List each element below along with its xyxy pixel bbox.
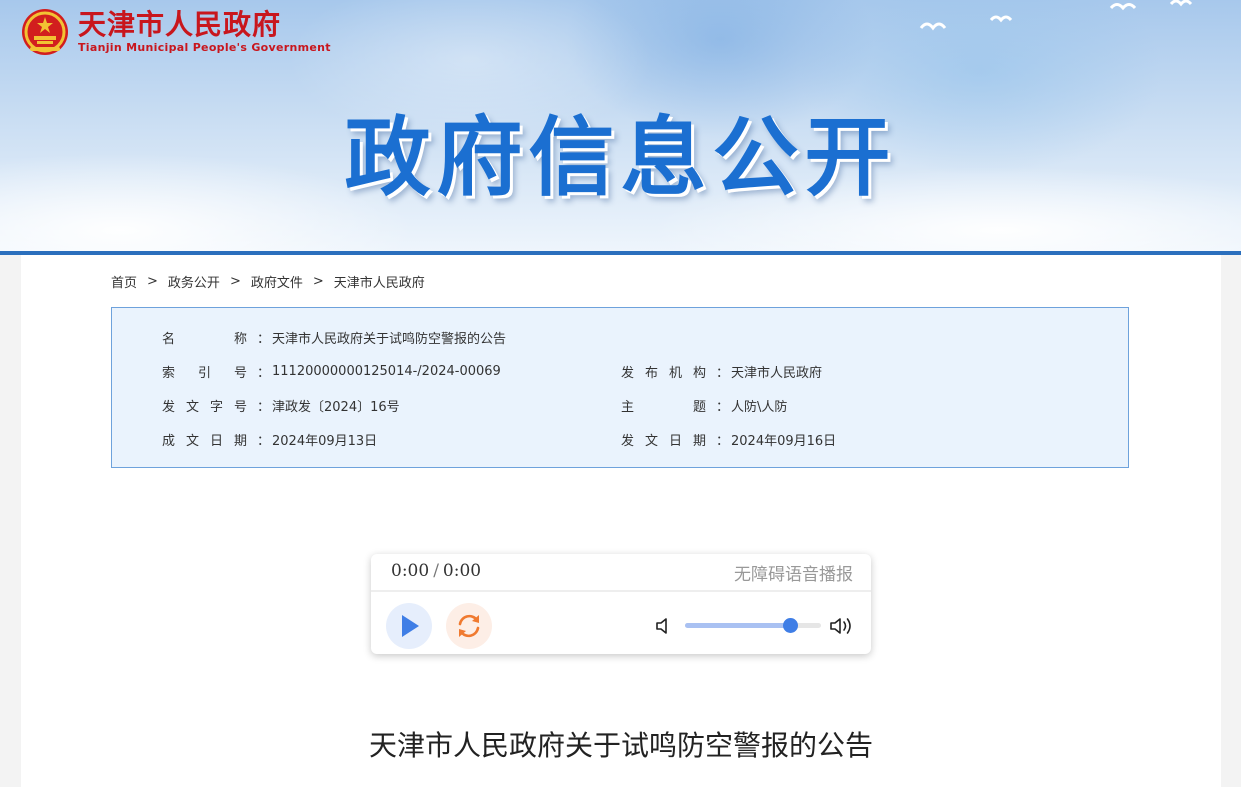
breadcrumb-separator: > — [147, 274, 158, 289]
breadcrumb-separator: > — [312, 274, 324, 289]
site-name-en: Tianjin Municipal People's Government — [78, 41, 331, 54]
header-banner: 天津市人民政府 Tianjin Municipal People's Gover… — [0, 0, 1241, 251]
volume-slider-thumb[interactable] — [782, 618, 798, 633]
meta-subject-label: 主题 — [621, 399, 706, 415]
player-time: 0:00/0:00 — [391, 561, 481, 581]
meta-doc-no-value: 津政发〔2024〕16号 — [272, 399, 400, 415]
meta-created-label: 成文日期 — [162, 433, 247, 449]
meta-doc-no-label: 发文字号 — [162, 399, 247, 415]
meta-row-subject: 主题： 人防\人防 — [621, 395, 787, 415]
breadcrumb-gov-affairs[interactable]: 政务公开 — [168, 272, 220, 291]
volume-slider[interactable] — [685, 618, 821, 633]
meta-index-value: 11120000000125014-/2024-00069 — [272, 363, 501, 379]
breadcrumb-separator: > — [229, 274, 241, 289]
meta-row-publisher: 发布机构： 天津市人民政府 — [621, 361, 822, 381]
meta-row-name: 名称： 天津市人民政府关于试鸣防空警报的公告 — [162, 327, 506, 347]
document-metadata-box: 名称： 天津市人民政府关于试鸣防空警报的公告 索引号： 111200000001… — [111, 307, 1129, 468]
play-button[interactable] — [386, 603, 432, 649]
volume-slider-fill — [685, 623, 790, 628]
refresh-icon — [458, 614, 480, 638]
volume-low-icon[interactable] — [654, 616, 674, 636]
play-icon — [402, 615, 419, 637]
audio-player: 0:00/0:00 无障碍语音播报 — [371, 554, 871, 654]
site-logo[interactable]: 天津市人民政府 Tianjin Municipal People's Gover… — [20, 7, 331, 57]
birds-decoration-icon — [919, 0, 1193, 31]
time-slash: / — [433, 561, 439, 581]
banner-title: 政府信息公开 — [344, 108, 897, 208]
meta-row-issued: 发文日期： 2024年09月16日 — [621, 429, 836, 449]
meta-issued-label: 发文日期 — [621, 433, 706, 449]
meta-publisher-value: 天津市人民政府 — [731, 365, 823, 381]
national-emblem-icon — [20, 7, 70, 57]
main-content: 首页 > 政务公开 > 政府文件 > 天津市人民政府 名称： 天津市人民政府关于… — [21, 255, 1221, 787]
replay-button[interactable] — [446, 603, 492, 649]
volume-high-icon[interactable] — [829, 615, 855, 637]
meta-publisher-label: 发布机构 — [621, 365, 706, 381]
meta-name-label: 名称 — [162, 331, 247, 347]
meta-issued-value: 2024年09月16日 — [731, 433, 837, 449]
meta-row-doc-no: 发文字号： 津政发〔2024〕16号 — [162, 395, 400, 415]
breadcrumb-tianjin-gov[interactable]: 天津市人民政府 — [334, 272, 425, 291]
meta-name-value: 天津市人民政府关于试鸣防空警报的公告 — [272, 331, 507, 347]
article-title: 天津市人民政府关于试鸣防空警报的公告 — [368, 729, 873, 762]
meta-row-index: 索引号： 11120000000125014-/2024-00069 — [162, 363, 501, 381]
current-time: 0:00 — [391, 561, 430, 581]
meta-created-value: 2024年09月13日 — [272, 433, 378, 449]
site-name-cn: 天津市人民政府 — [78, 8, 282, 41]
meta-index-label: 索引号 — [162, 365, 247, 381]
breadcrumb: 首页 > 政务公开 > 政府文件 > 天津市人民政府 — [111, 272, 425, 291]
breadcrumb-home[interactable]: 首页 — [111, 272, 137, 291]
accessible-audio-label: 无障碍语音播报 — [734, 565, 853, 585]
meta-row-created: 成文日期： 2024年09月13日 — [162, 429, 377, 449]
meta-subject-value: 人防\人防 — [731, 399, 788, 415]
duration: 0:00 — [442, 561, 482, 581]
breadcrumb-gov-docs[interactable]: 政府文件 — [251, 272, 303, 291]
